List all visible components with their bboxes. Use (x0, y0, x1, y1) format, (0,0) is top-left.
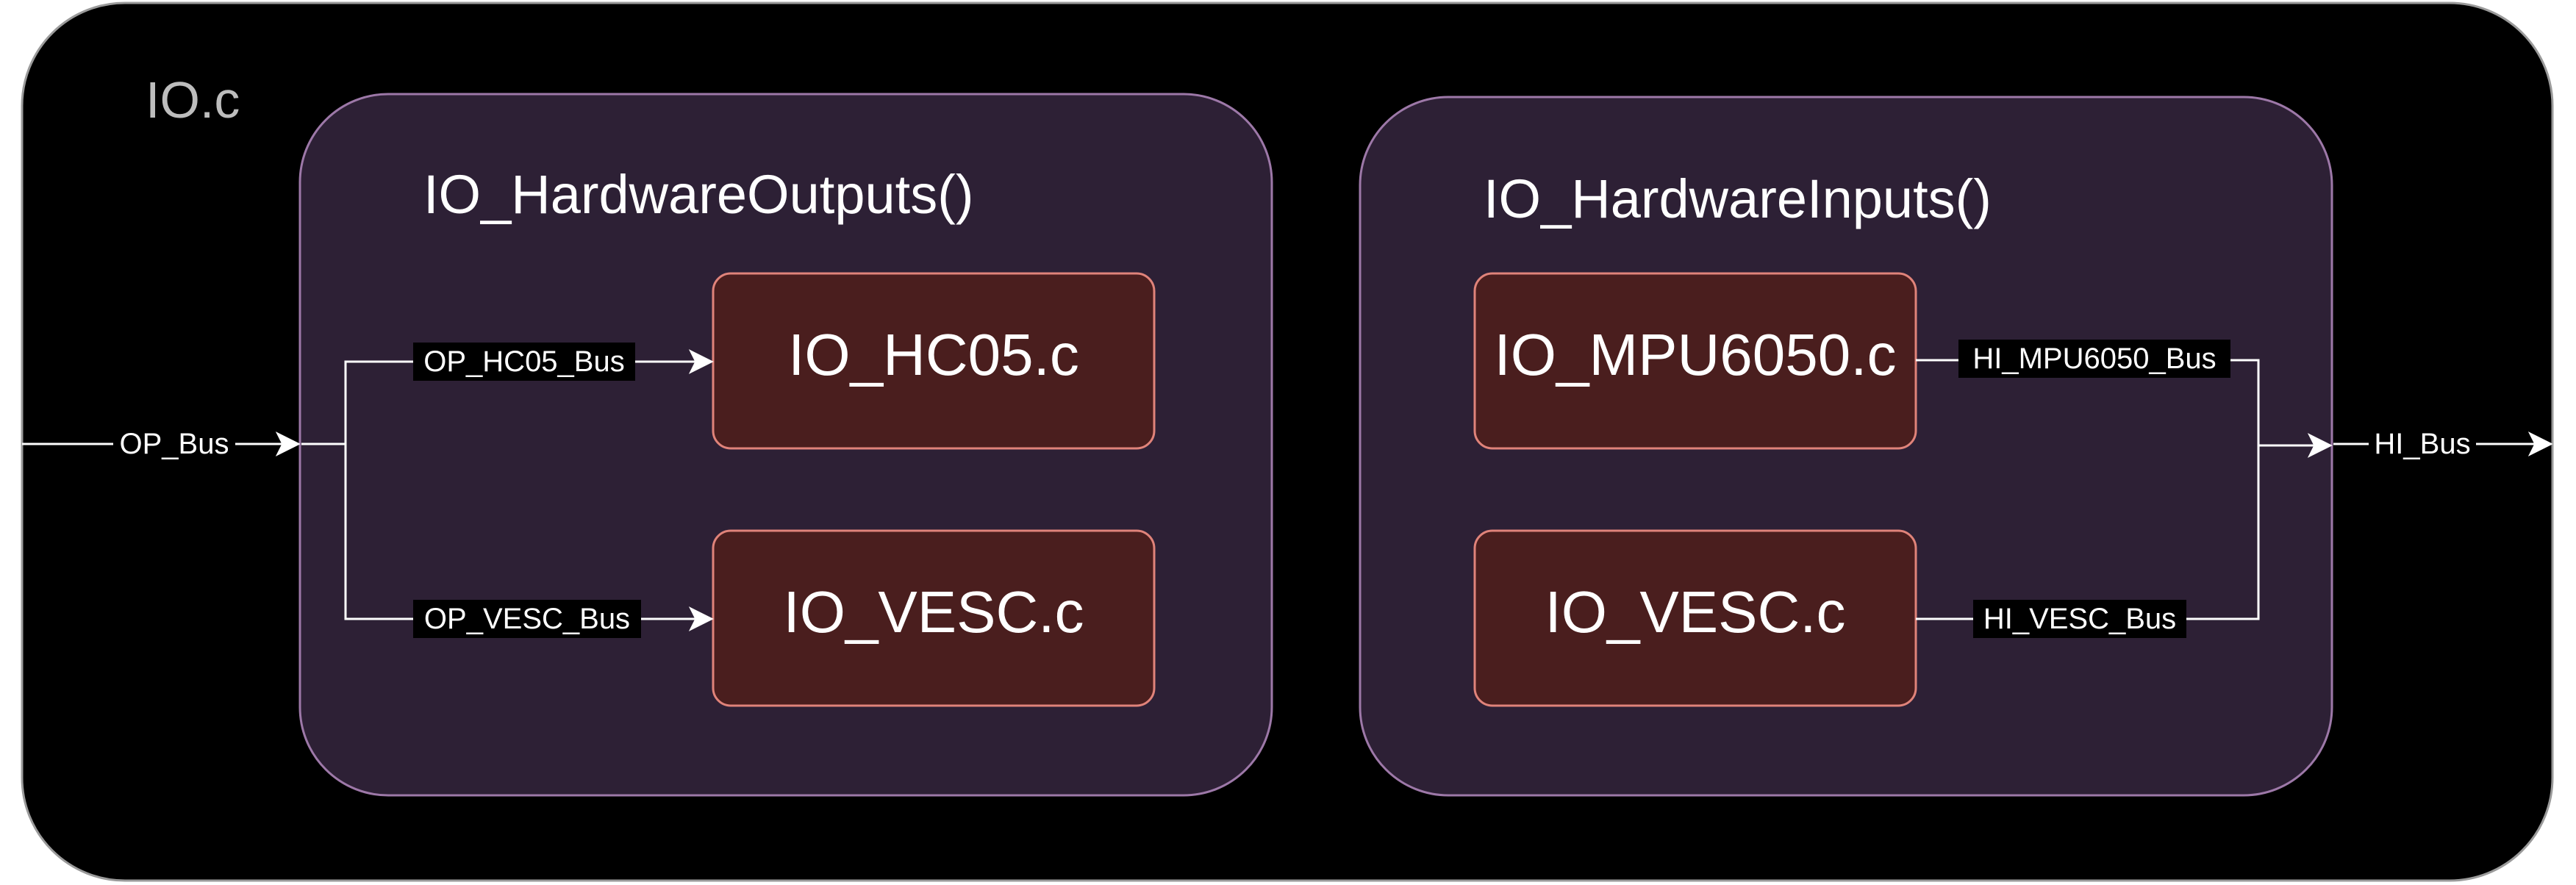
edge-label-hi-mpu6050-bus: HI_MPU6050_Bus (1958, 340, 2230, 378)
diagram-svg: IO.c IO_HardwareOutputs() IO_HardwareInp… (21, 1, 2554, 882)
diagram-canvas: IO.c IO_HardwareOutputs() IO_HardwareInp… (0, 0, 2576, 885)
svg-text:HI_MPU6050_Bus: HI_MPU6050_Bus (1972, 343, 2216, 375)
module-io-mpu6050-label: IO_MPU6050.c (1495, 322, 1897, 387)
svg-text:OP_VESC_Bus: OP_VESC_Bus (424, 603, 630, 635)
module-io-vesc-input-label: IO_VESC.c (1545, 579, 1845, 645)
edge-label-op-bus: OP_Bus (113, 425, 235, 463)
edge-label-hi-bus: HI_Bus (2369, 425, 2476, 463)
edge-label-op-hc05-bus: OP_HC05_Bus (413, 343, 635, 381)
group-hardware-inputs-title: IO_HardwareInputs() (1484, 168, 1992, 229)
svg-text:HI_VESC_Bus: HI_VESC_Bus (1983, 603, 2176, 635)
edge-label-hi-vesc-bus: HI_VESC_Bus (1973, 600, 2186, 638)
module-io-vesc-output-label: IO_VESC.c (783, 579, 1084, 645)
outer-title: IO.c (146, 71, 240, 129)
group-hardware-outputs-title: IO_HardwareOutputs() (423, 164, 974, 225)
svg-text:OP_Bus: OP_Bus (120, 428, 229, 460)
module-io-hc05-label: IO_HC05.c (788, 322, 1079, 387)
svg-text:HI_Bus: HI_Bus (2374, 428, 2470, 460)
edge-label-op-vesc-bus: OP_VESC_Bus (413, 600, 641, 638)
svg-text:OP_HC05_Bus: OP_HC05_Bus (423, 345, 624, 378)
